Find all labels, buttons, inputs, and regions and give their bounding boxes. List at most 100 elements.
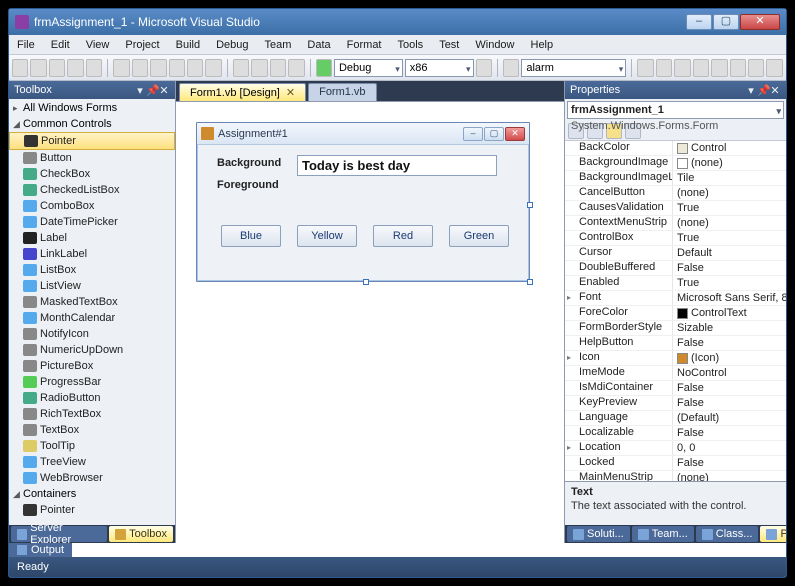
property-row-ismdicontainer[interactable]: IsMdiContainerFalse: [565, 381, 786, 396]
toolbox-item-linklabel[interactable]: LinkLabel: [9, 246, 175, 262]
toolbar-button[interactable]: [656, 59, 672, 77]
property-row-controlbox[interactable]: ControlBoxTrue: [565, 231, 786, 246]
config-combo[interactable]: Debug: [334, 59, 403, 77]
menu-window[interactable]: Window: [467, 37, 522, 53]
panel-close-icon[interactable]: ✕: [158, 84, 170, 97]
toolbox-item-pointer[interactable]: Pointer: [9, 132, 175, 150]
toolbox-item-listview[interactable]: ListView: [9, 278, 175, 294]
panel-dropdown-icon[interactable]: ▾: [134, 84, 146, 97]
button-red[interactable]: Red: [373, 225, 433, 247]
property-row-doublebuffered[interactable]: DoubleBufferedFalse: [565, 261, 786, 276]
tab-prope[interactable]: Prope...: [760, 526, 787, 542]
find-combo[interactable]: alarm: [521, 59, 626, 77]
toolbar-button[interactable]: [12, 59, 28, 77]
button-green[interactable]: Green: [449, 225, 509, 247]
menu-build[interactable]: Build: [168, 37, 208, 53]
object-selector[interactable]: frmAssignment_1 System.Windows.Forms.For…: [567, 101, 784, 119]
button-blue[interactable]: Blue: [221, 225, 281, 247]
panel-dropdown-icon[interactable]: ▾: [745, 84, 757, 97]
menu-test[interactable]: Test: [431, 37, 467, 53]
toolbar-button[interactable]: [693, 59, 709, 77]
toolbox-item-notifyicon[interactable]: NotifyIcon: [9, 326, 175, 342]
toolbox-item-checkbox[interactable]: CheckBox: [9, 166, 175, 182]
toolbox-tree[interactable]: ▸All Windows Forms◢Common ControlsPointe…: [9, 99, 175, 525]
property-row-location[interactable]: ▸Location0, 0: [565, 441, 786, 456]
toolbar-button[interactable]: [205, 59, 221, 77]
button-yellow[interactable]: Yellow: [297, 225, 357, 247]
menu-team[interactable]: Team: [257, 37, 300, 53]
toolbar-button[interactable]: [86, 59, 102, 77]
form-maximize-button[interactable]: ▢: [484, 127, 504, 141]
property-row-locked[interactable]: LockedFalse: [565, 456, 786, 471]
toolbar-button[interactable]: [150, 59, 166, 77]
menu-debug[interactable]: Debug: [208, 37, 256, 53]
resize-handle[interactable]: [527, 202, 533, 208]
toolbox-item-treeview[interactable]: TreeView: [9, 454, 175, 470]
menu-view[interactable]: View: [78, 37, 118, 53]
group-all-windows-forms[interactable]: ▸All Windows Forms: [9, 100, 175, 116]
toolbar-button[interactable]: [637, 59, 653, 77]
property-row-causesvalidation[interactable]: CausesValidationTrue: [565, 201, 786, 216]
toolbar-button[interactable]: [748, 59, 764, 77]
start-debug-button[interactable]: [316, 59, 332, 77]
toolbar-button[interactable]: [766, 59, 782, 77]
toolbar-button[interactable]: [233, 59, 249, 77]
tab-class[interactable]: Class...: [696, 526, 759, 542]
toolbar-button[interactable]: [169, 59, 185, 77]
toolbox-item-numericupdown[interactable]: NumericUpDown: [9, 342, 175, 358]
group-common-controls[interactable]: ◢Common Controls: [9, 116, 175, 132]
toolbox-item-richtextbox[interactable]: RichTextBox: [9, 406, 175, 422]
property-row-language[interactable]: Language(Default): [565, 411, 786, 426]
property-row-forecolor[interactable]: ForeColorControlText: [565, 306, 786, 321]
toolbox-item-datetimepicker[interactable]: DateTimePicker: [9, 214, 175, 230]
menu-file[interactable]: File: [9, 37, 43, 53]
toolbox-item-tooltip[interactable]: ToolTip: [9, 438, 175, 454]
property-row-cancelbutton[interactable]: CancelButton(none): [565, 186, 786, 201]
toolbox-item-checkedlistbox[interactable]: CheckedListBox: [9, 182, 175, 198]
toolbar-button[interactable]: [132, 59, 148, 77]
property-row-backcolor[interactable]: BackColorControl: [565, 141, 786, 156]
property-row-localizable[interactable]: LocalizableFalse: [565, 426, 786, 441]
toolbox-item-monthcalendar[interactable]: MonthCalendar: [9, 310, 175, 326]
toolbox-item-label[interactable]: Label: [9, 230, 175, 246]
platform-combo[interactable]: x86: [405, 59, 474, 77]
label-foreground[interactable]: Foreground: [217, 179, 279, 191]
toolbar-button[interactable]: [49, 59, 65, 77]
property-row-enabled[interactable]: EnabledTrue: [565, 276, 786, 291]
property-row-font[interactable]: ▸FontMicrosoft Sans Serif, 8.2: [565, 291, 786, 306]
menu-tools[interactable]: Tools: [390, 37, 432, 53]
property-row-backgroundimagela[interactable]: BackgroundImageLaTile: [565, 171, 786, 186]
menu-project[interactable]: Project: [117, 37, 167, 53]
property-row-cursor[interactable]: CursorDefault: [565, 246, 786, 261]
group-containers[interactable]: ◢Containers: [9, 486, 175, 502]
maximize-button[interactable]: ▢: [713, 14, 739, 30]
pin-icon[interactable]: 📌: [146, 84, 158, 97]
property-row-imemode[interactable]: ImeModeNoControl: [565, 366, 786, 381]
close-button[interactable]: ✕: [740, 14, 780, 30]
toolbox-item-textbox[interactable]: TextBox: [9, 422, 175, 438]
form-close-button[interactable]: ✕: [505, 127, 525, 141]
form-minimize-button[interactable]: –: [463, 127, 483, 141]
tab-output[interactable]: Output: [9, 543, 72, 557]
property-row-mainmenustrip[interactable]: MainMenuStrip(none): [565, 471, 786, 481]
tab-soluti[interactable]: Soluti...: [567, 526, 630, 542]
toolbar-button[interactable]: [711, 59, 727, 77]
toolbox-item-radiobutton[interactable]: RadioButton: [9, 390, 175, 406]
tab-close-icon[interactable]: ✕: [286, 87, 295, 99]
toolbar-button[interactable]: [288, 59, 304, 77]
menu-help[interactable]: Help: [523, 37, 562, 53]
menu-format[interactable]: Format: [339, 37, 390, 53]
property-row-backgroundimage[interactable]: BackgroundImage(none): [565, 156, 786, 171]
tab-form-code[interactable]: Form1.vb: [308, 83, 376, 101]
toolbar-button[interactable]: [270, 59, 286, 77]
property-row-keypreview[interactable]: KeyPreviewFalse: [565, 396, 786, 411]
toolbox-item-maskedtextbox[interactable]: MaskedTextBox: [9, 294, 175, 310]
toolbox-item-progressbar[interactable]: ProgressBar: [9, 374, 175, 390]
toolbar-button[interactable]: [476, 59, 492, 77]
label-background[interactable]: Background: [217, 157, 281, 169]
design-surface[interactable]: Assignment#1 – ▢ ✕ Background Foreground…: [176, 101, 564, 543]
toolbox-item-listbox[interactable]: ListBox: [9, 262, 175, 278]
property-row-formborderstyle[interactable]: FormBorderStyleSizable: [565, 321, 786, 336]
property-row-helpbutton[interactable]: HelpButtonFalse: [565, 336, 786, 351]
menu-data[interactable]: Data: [299, 37, 338, 53]
